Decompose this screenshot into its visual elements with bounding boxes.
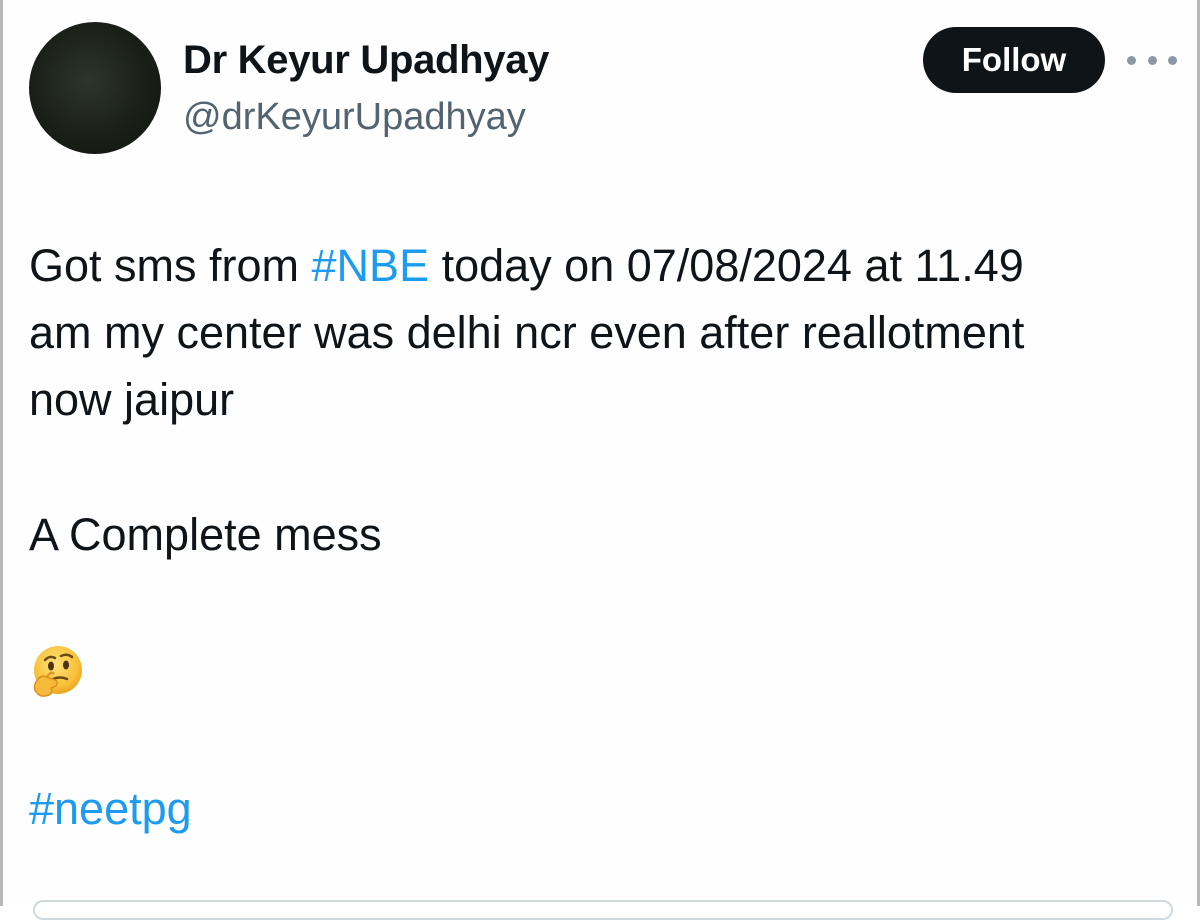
- tweet-line: Got sms from #NBE today on 07/08/2024 at…: [29, 232, 1179, 299]
- hashtag-neetpg-link[interactable]: #neetpg: [29, 775, 1179, 842]
- hashtag-nbe-link[interactable]: #NBE: [312, 240, 430, 291]
- more-dot: [1147, 55, 1157, 65]
- author-handle[interactable]: @drKeyurUpadhyay: [183, 96, 526, 139]
- bottom-card-edge: [33, 900, 1173, 920]
- thinking-face-icon: [33, 645, 82, 697]
- follow-button[interactable]: Follow: [923, 27, 1105, 93]
- author-display-name[interactable]: Dr Keyur Upadhyay: [183, 38, 549, 83]
- tweet-line: A Complete mess: [29, 509, 382, 560]
- more-options-icon[interactable]: [1127, 46, 1177, 74]
- tweet-line: now jaipur: [29, 374, 235, 425]
- tweet-text-segment: Got sms from: [29, 240, 312, 291]
- more-dot: [1127, 55, 1136, 65]
- tweet-text: Got sms from #NBE today on 07/08/2024 at…: [29, 232, 1179, 842]
- tweet-line: am my center was delhi ncr even after re…: [29, 307, 1025, 358]
- avatar[interactable]: [29, 22, 161, 154]
- more-dot: [1168, 55, 1177, 65]
- tweet-text-segment: today on 07/08/2024 at 11.49: [429, 240, 1024, 291]
- tweet-card: Dr Keyur Upadhyay @drKeyurUpadhyay Follo…: [0, 0, 1200, 920]
